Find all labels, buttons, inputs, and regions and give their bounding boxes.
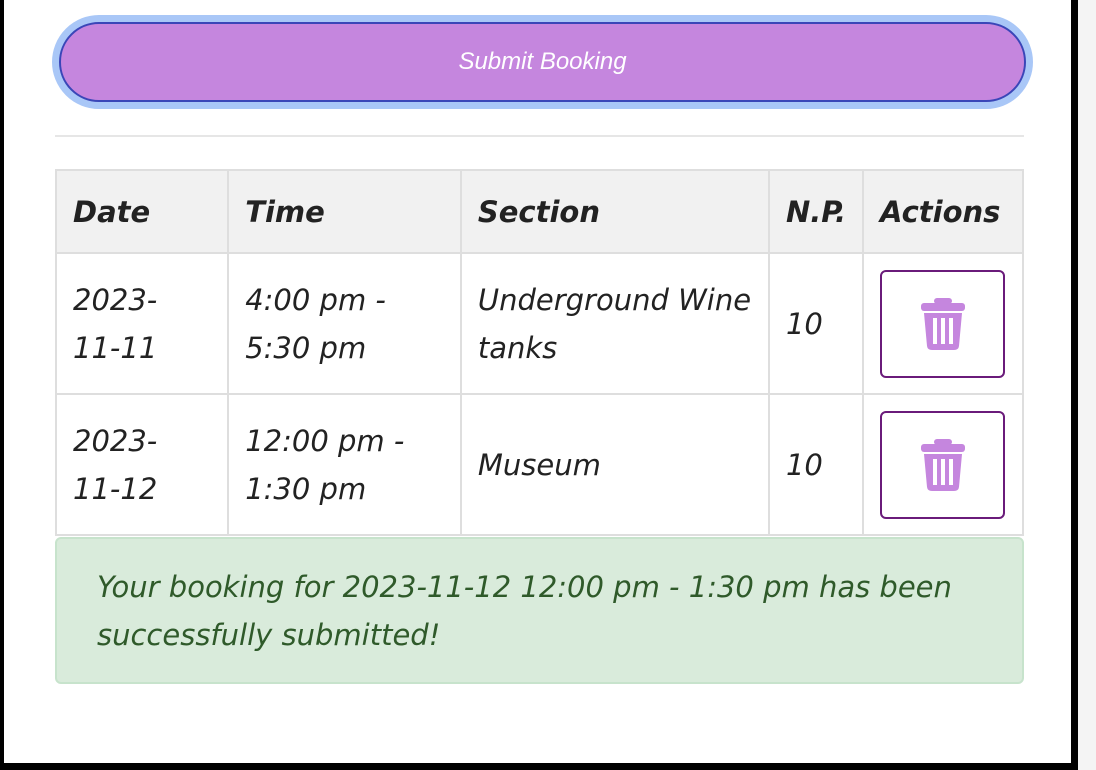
window-edge-left: [0, 0, 4, 770]
cell-date-text: 2023-11-12: [73, 423, 158, 506]
cell-time: 4:00 pm - 5:30 pm: [227, 252, 462, 395]
cell-date: 2023-11-12: [54, 393, 230, 536]
divider: [55, 135, 1024, 137]
cell-np: 10: [767, 252, 865, 395]
header-date: Date: [54, 169, 230, 254]
table-header-row: Date Time Section N.P. Actions: [54, 169, 1024, 254]
header-actions: Actions: [862, 169, 1024, 254]
cell-date-text: 2023-11-11: [73, 282, 158, 365]
success-alert: Your booking for 2023-11-12 12:00 pm - 1…: [55, 537, 1024, 684]
header-time: Time: [227, 169, 462, 254]
cell-actions: [862, 252, 1024, 395]
table-row: 2023-11-12 12:00 pm - 1:30 pm Museum 10: [54, 393, 1024, 536]
bookings-table: Date Time Section N.P. Actions 2023-11-1…: [54, 169, 1024, 536]
cell-actions: [862, 393, 1024, 536]
cell-section: Underground Wine tanks: [459, 252, 770, 395]
window-edge-bottom: [0, 763, 1078, 770]
table-row: 2023-11-11 4:00 pm - 5:30 pm Underground…: [54, 252, 1024, 395]
cell-time-text: 4:00 pm - 5:30 pm: [245, 282, 386, 365]
cell-time: 12:00 pm - 1:30 pm: [227, 393, 462, 536]
booking-panel: Submit Booking Date Time Section N.P. Ac…: [0, 0, 1096, 770]
delete-booking-button[interactable]: [880, 269, 1006, 378]
header-section: Section: [459, 169, 770, 254]
scroll-gutter: [1078, 0, 1096, 770]
window-edge-right: [1071, 0, 1078, 770]
submit-booking-button[interactable]: Submit Booking: [59, 22, 1026, 102]
delete-booking-button[interactable]: [880, 410, 1006, 519]
header-np: N.P.: [767, 169, 865, 254]
cell-section: Museum: [459, 393, 770, 536]
submit-focus-ring: Submit Booking: [52, 15, 1033, 109]
trash-icon: [920, 438, 965, 491]
cell-time-text: 12:00 pm - 1:30 pm: [245, 423, 405, 506]
trash-icon: [920, 297, 965, 350]
cell-np: 10: [767, 393, 865, 536]
cell-date: 2023-11-11: [54, 252, 230, 395]
